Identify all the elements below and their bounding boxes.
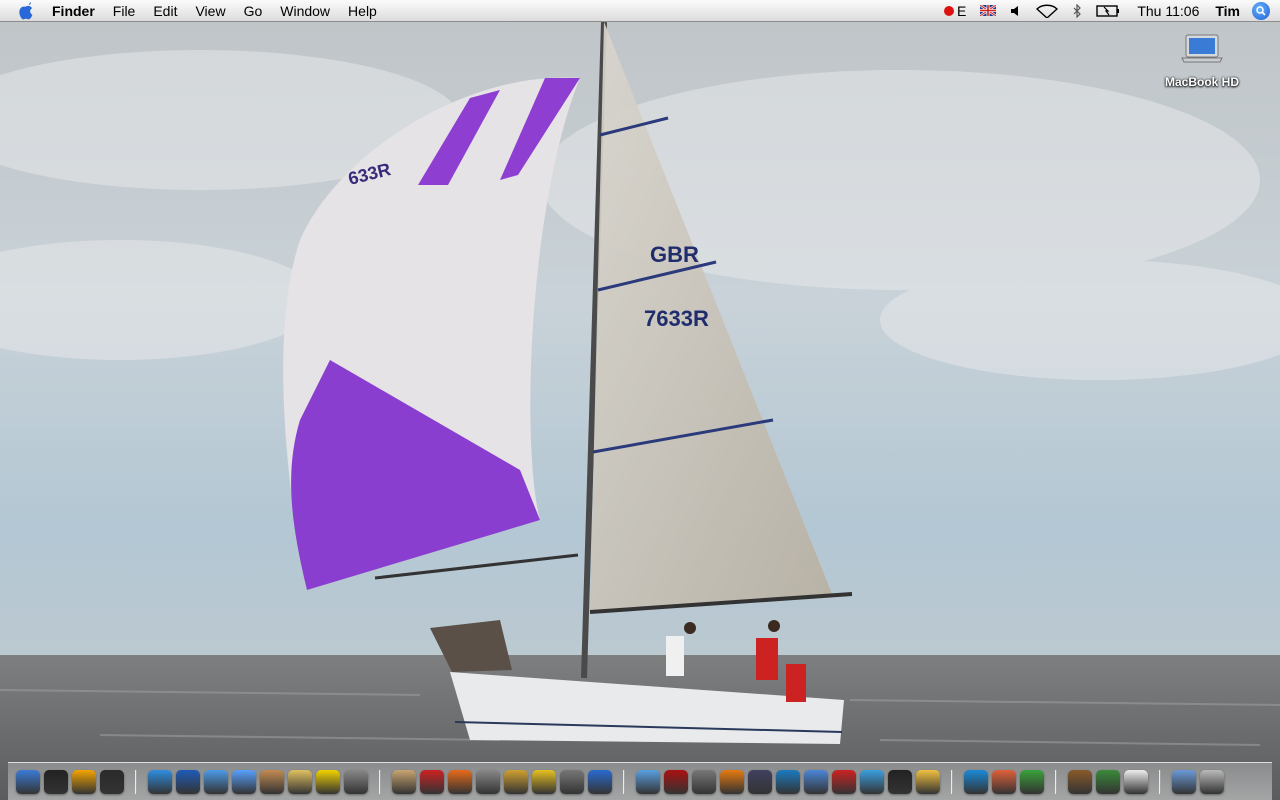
menu-edit[interactable]: Edit <box>144 0 186 22</box>
dock-finder-icon[interactable] <box>16 769 40 794</box>
dock <box>8 762 1272 800</box>
menu-view[interactable]: View <box>186 0 234 22</box>
dock-separator <box>135 769 137 794</box>
dock-ical-icon[interactable] <box>420 769 444 794</box>
dock-terminal-icon[interactable] <box>100 769 124 794</box>
dock-plant-icon[interactable] <box>1020 769 1044 794</box>
desktop-wallpaper: 633R GBR 7633R <box>0 0 1280 800</box>
dock-separator <box>1055 769 1057 794</box>
dock-itunes-icon[interactable] <box>636 769 660 794</box>
dock-photo-slideshow-icon[interactable] <box>664 769 688 794</box>
dock-disk-utility-icon[interactable] <box>560 769 584 794</box>
wifi-icon[interactable] <box>1036 0 1059 22</box>
menu-clock[interactable]: Thu 11:06 <box>1137 3 1199 19</box>
bluetooth-icon[interactable] <box>1072 0 1082 22</box>
battery-icon[interactable] <box>1096 0 1120 22</box>
hard-drive-icon <box>1181 34 1223 63</box>
dock-pages-icon[interactable] <box>992 769 1016 794</box>
dock-ichat-icon[interactable] <box>232 769 256 794</box>
dock-trash-icon[interactable] <box>1200 769 1224 794</box>
dock-dictionary-icon[interactable] <box>476 769 500 794</box>
spotlight-search-icon[interactable] <box>1252 1 1270 20</box>
menu-bar: Finder File Edit View Go Window Help E T… <box>0 0 1280 22</box>
dock-dashboard-icon[interactable] <box>44 769 68 794</box>
volume-icon[interactable] <box>1010 0 1022 22</box>
dock-applications-icon[interactable] <box>1172 769 1196 794</box>
dock-separator <box>951 769 953 794</box>
dock-iphoto-icon[interactable] <box>804 769 828 794</box>
menu-help[interactable]: Help <box>339 0 386 22</box>
dock-separator <box>623 769 625 794</box>
dock-bluetooth-icon[interactable] <box>588 769 612 794</box>
dock-adium-icon[interactable] <box>316 769 340 794</box>
dock-aperture-icon[interactable] <box>748 769 772 794</box>
dock-preview-icon[interactable] <box>204 769 228 794</box>
desktop-icon-macbook-hd[interactable]: MacBook HD <box>1156 34 1248 89</box>
dock-spaces-icon[interactable] <box>72 769 96 794</box>
uk-flag-icon[interactable] <box>980 0 997 22</box>
dock-people-icon[interactable] <box>176 769 200 794</box>
app-menu-finder[interactable]: Finder <box>46 0 104 22</box>
dock-game-icon[interactable] <box>1068 769 1092 794</box>
dock-photo-booth-icon[interactable] <box>260 769 284 794</box>
dock-record-icon[interactable] <box>832 769 856 794</box>
dock-notes-icon[interactable] <box>288 769 312 794</box>
menu-window[interactable]: Window <box>271 0 339 22</box>
recording-indicator-icon <box>944 5 954 16</box>
dock-word-art-icon[interactable] <box>964 769 988 794</box>
dock-vlc-icon[interactable] <box>720 769 744 794</box>
menu-go[interactable]: Go <box>235 0 272 22</box>
input-source-menu[interactable]: E <box>944 0 966 22</box>
dock-keychain-icon[interactable] <box>532 769 556 794</box>
dock-imovie-icon[interactable] <box>888 769 912 794</box>
dock-smile-icon[interactable] <box>916 769 940 794</box>
dock-quicktime-icon[interactable] <box>776 769 800 794</box>
dock-screenshot-icon[interactable] <box>692 769 716 794</box>
dock-tree-icon[interactable] <box>1096 769 1120 794</box>
user-menu[interactable]: Tim <box>1215 3 1240 19</box>
apple-menu-icon[interactable] <box>18 1 36 20</box>
dock-separator <box>379 769 381 794</box>
svg-text:7633R: 7633R <box>644 306 709 331</box>
dock-address-book-icon[interactable] <box>392 769 416 794</box>
dock-script-icon[interactable] <box>344 769 368 794</box>
dock-separator <box>1159 769 1161 794</box>
dock-safari-icon[interactable] <box>148 769 172 794</box>
svg-text:GBR: GBR <box>650 242 699 267</box>
dock-clapboard-icon[interactable] <box>860 769 884 794</box>
dock-calculator-icon[interactable] <box>504 769 528 794</box>
desktop-icon-label: MacBook HD <box>1164 75 1239 89</box>
menu-file[interactable]: File <box>104 0 145 22</box>
dock-pinwheel-icon[interactable] <box>448 769 472 794</box>
dock-stormtrooper-icon[interactable] <box>1124 769 1148 794</box>
input-source-label: E <box>957 2 967 19</box>
